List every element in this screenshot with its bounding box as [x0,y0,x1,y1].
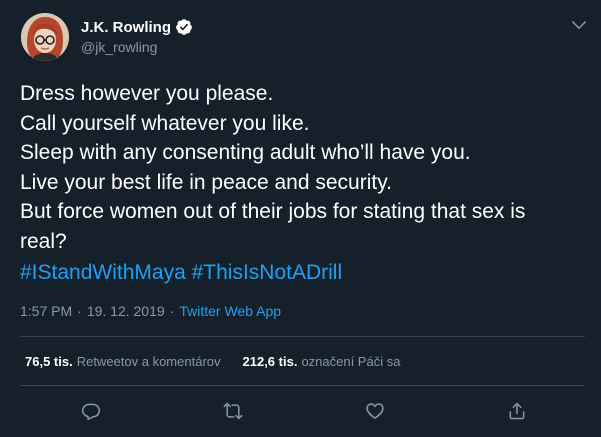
author-name-row[interactable]: J.K. Rowling [81,18,193,36]
reply-button[interactable] [78,398,104,424]
tweet-text-line: Call yourself whatever you like. [20,111,310,135]
like-button[interactable] [362,398,388,424]
tweet-actions [0,398,601,424]
tweet-text-line: Live your best life in peace and securit… [20,170,392,194]
tweet-meta: 1:57 PM · 19. 12. 2019 · Twitter Web App [20,303,281,319]
tweet-stats: 76,5 tis. Retweetov a komentárov 212,6 t… [25,354,400,369]
hashtag-link[interactable]: #IStandWithMaya [20,261,186,284]
tweet-card: J.K. Rowling @jk_rowling Dress however y… [0,0,601,437]
retweets-label: Retweetov a komentárov [76,354,221,369]
tweet-date[interactable]: 19. 12. 2019 [87,303,165,319]
retweet-icon [223,402,243,420]
tweet-text-line: But force women out of their jobs for st… [20,200,526,223]
meta-separator: · [77,303,82,319]
meta-separator: · [169,303,175,319]
tweet-text-line: Sleep with any consenting adult who’ll h… [20,141,471,164]
retweets-count: 76,5 tis. [25,354,73,369]
tweet-text-line: real? [20,229,67,253]
share-icon [509,402,525,420]
heart-icon [366,403,384,419]
tweet-hashtags: #IStandWithMaya #ThisIsNotADrill [20,258,342,288]
tweet-text: Dress however you please. Call yourself … [20,79,585,256]
tweet-source-link[interactable]: Twitter Web App [179,303,281,319]
likes-stat[interactable]: 212,6 tis. označení Páči sa [243,354,401,369]
tweet-text-line: Dress however you please. [20,82,274,105]
tweet-time[interactable]: 1:57 PM [20,303,72,319]
author-display-name[interactable]: J.K. Rowling [81,19,171,36]
author-handle[interactable]: @jk_rowling [81,39,157,55]
retweet-button[interactable] [220,398,246,424]
verified-badge-icon [175,18,193,36]
avatar-image [21,13,69,61]
likes-label: označení Páči sa [301,354,401,369]
chevron-down-icon[interactable] [568,16,590,34]
hashtag-link[interactable]: #ThisIsNotADrill [192,261,343,284]
share-button[interactable] [504,398,530,424]
likes-count: 212,6 tis. [242,354,298,369]
divider [20,385,585,386]
retweets-stat[interactable]: 76,5 tis. Retweetov a komentárov [25,354,221,369]
divider [20,336,585,337]
reply-icon [81,403,101,421]
avatar[interactable] [21,13,69,61]
